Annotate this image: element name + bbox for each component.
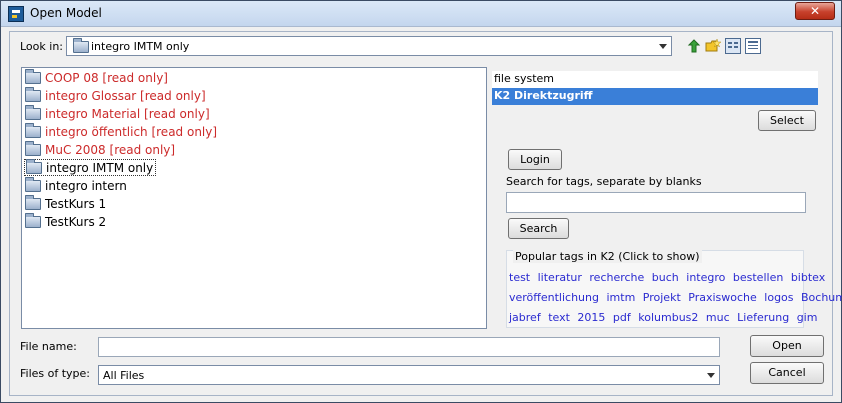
filetype-combo[interactable]: All Files <box>98 365 720 385</box>
popular-tags-panel: Popular tags in K2 (Click to show) test … <box>506 250 842 328</box>
folder-icon <box>25 105 41 120</box>
tag-link[interactable]: gim <box>797 311 818 324</box>
details-view-icon[interactable] <box>745 38 761 54</box>
tag-link[interactable]: integro <box>686 271 725 284</box>
tag-link[interactable]: Praxiswoche <box>688 291 757 304</box>
popular-tags-title: Popular tags in K2 (Click to show) <box>513 250 702 263</box>
folder-icon <box>25 69 41 84</box>
chevron-down-icon <box>707 373 715 378</box>
tag-link[interactable]: muc <box>706 311 730 324</box>
tag-link[interactable]: Lieferung <box>737 311 789 324</box>
search-tags-label: Search for tags, separate by blanks <box>506 175 702 188</box>
tag-link[interactable]: buch <box>652 271 679 284</box>
list-item[interactable]: TestKurs 1 <box>24 195 108 213</box>
list-item-selected[interactable]: integro IMTM only <box>24 159 157 176</box>
lookin-value: integro IMTM only <box>91 40 190 53</box>
tag-link[interactable]: text <box>548 311 570 324</box>
folder-icon <box>73 38 89 53</box>
chevron-down-icon <box>659 44 667 49</box>
new-folder-icon[interactable] <box>705 38 721 54</box>
tag-link[interactable]: bibtex <box>791 271 825 284</box>
tag-link[interactable]: jabref <box>509 311 541 324</box>
folder-icon <box>25 87 41 102</box>
folder-list[interactable]: COOP 08 [read only] integro Glossar [rea… <box>21 67 487 329</box>
lookin-label: Look in: <box>20 40 63 53</box>
app-icon <box>8 6 24 22</box>
window-title: Open Model <box>30 6 102 20</box>
source-item-file-system[interactable]: file system <box>492 71 818 88</box>
filetype-label: Files of type: <box>20 367 91 380</box>
list-view-icon[interactable] <box>725 38 741 54</box>
folder-icon <box>25 195 41 210</box>
list-item[interactable]: integro Glossar [read only] <box>24 87 208 105</box>
folder-icon <box>25 123 41 138</box>
tag-link[interactable]: literatur <box>538 271 582 284</box>
tag-link[interactable]: logos <box>764 291 793 304</box>
tag-link[interactable]: 2015 <box>577 311 605 324</box>
search-tags-input[interactable] <box>506 192 806 213</box>
login-button[interactable]: Login <box>508 149 562 170</box>
filename-label: File name: <box>20 340 77 353</box>
tag-link[interactable]: imtm <box>606 291 635 304</box>
list-item[interactable]: TestKurs 2 <box>24 213 108 231</box>
dialog-content: Look in: integro IMTM only COOP 08 [read… <box>9 31 842 396</box>
list-item[interactable]: COOP 08 [read only] <box>24 69 170 87</box>
list-item[interactable]: integro öffentlich [read only] <box>24 123 219 141</box>
tag-link[interactable]: Bochum <box>801 291 842 304</box>
lookin-combo[interactable]: integro IMTM only <box>66 36 672 56</box>
open-model-dialog: Open Model ✕ Look in: integro IMTM only <box>0 0 842 403</box>
tag-link[interactable]: pdf <box>613 311 631 324</box>
filename-input[interactable] <box>98 337 720 357</box>
folder-icon <box>25 213 41 228</box>
tag-link[interactable]: recherche <box>589 271 644 284</box>
tag-line: test literatur recherche buch integro be… <box>507 271 825 284</box>
select-button[interactable]: Select <box>758 110 816 131</box>
tag-line: veröffentlichung imtm Projekt Praxiswoch… <box>507 291 842 304</box>
folder-icon <box>25 177 41 192</box>
tag-link[interactable]: test <box>509 271 530 284</box>
list-item[interactable]: integro Material [read only] <box>24 105 212 123</box>
source-list[interactable]: file system K2 Direktzugriff <box>492 71 818 105</box>
close-icon: ✕ <box>809 4 821 18</box>
up-folder-icon[interactable] <box>686 38 702 54</box>
filetype-value: All Files <box>103 369 145 382</box>
tag-link[interactable]: veröffentlichung <box>509 291 599 304</box>
tag-link[interactable]: bestellen <box>733 271 783 284</box>
search-button[interactable]: Search <box>508 218 569 239</box>
tag-line: jabref text 2015 pdf kolumbus2 muc Liefe… <box>507 311 817 324</box>
tag-link[interactable]: kolumbus2 <box>638 311 698 324</box>
close-button[interactable]: ✕ <box>795 2 835 20</box>
source-item-k2-direktzugriff[interactable]: K2 Direktzugriff <box>492 88 818 105</box>
title-bar[interactable]: Open Model ✕ <box>1 1 841 27</box>
tag-link[interactable]: Projekt <box>643 291 681 304</box>
folder-icon <box>26 159 42 174</box>
list-item[interactable]: MuC 2008 [read only] <box>24 141 177 159</box>
list-item[interactable]: integro intern <box>24 177 129 195</box>
open-button[interactable]: Open <box>750 335 824 357</box>
cancel-button[interactable]: Cancel <box>750 362 824 384</box>
folder-icon <box>25 141 41 156</box>
